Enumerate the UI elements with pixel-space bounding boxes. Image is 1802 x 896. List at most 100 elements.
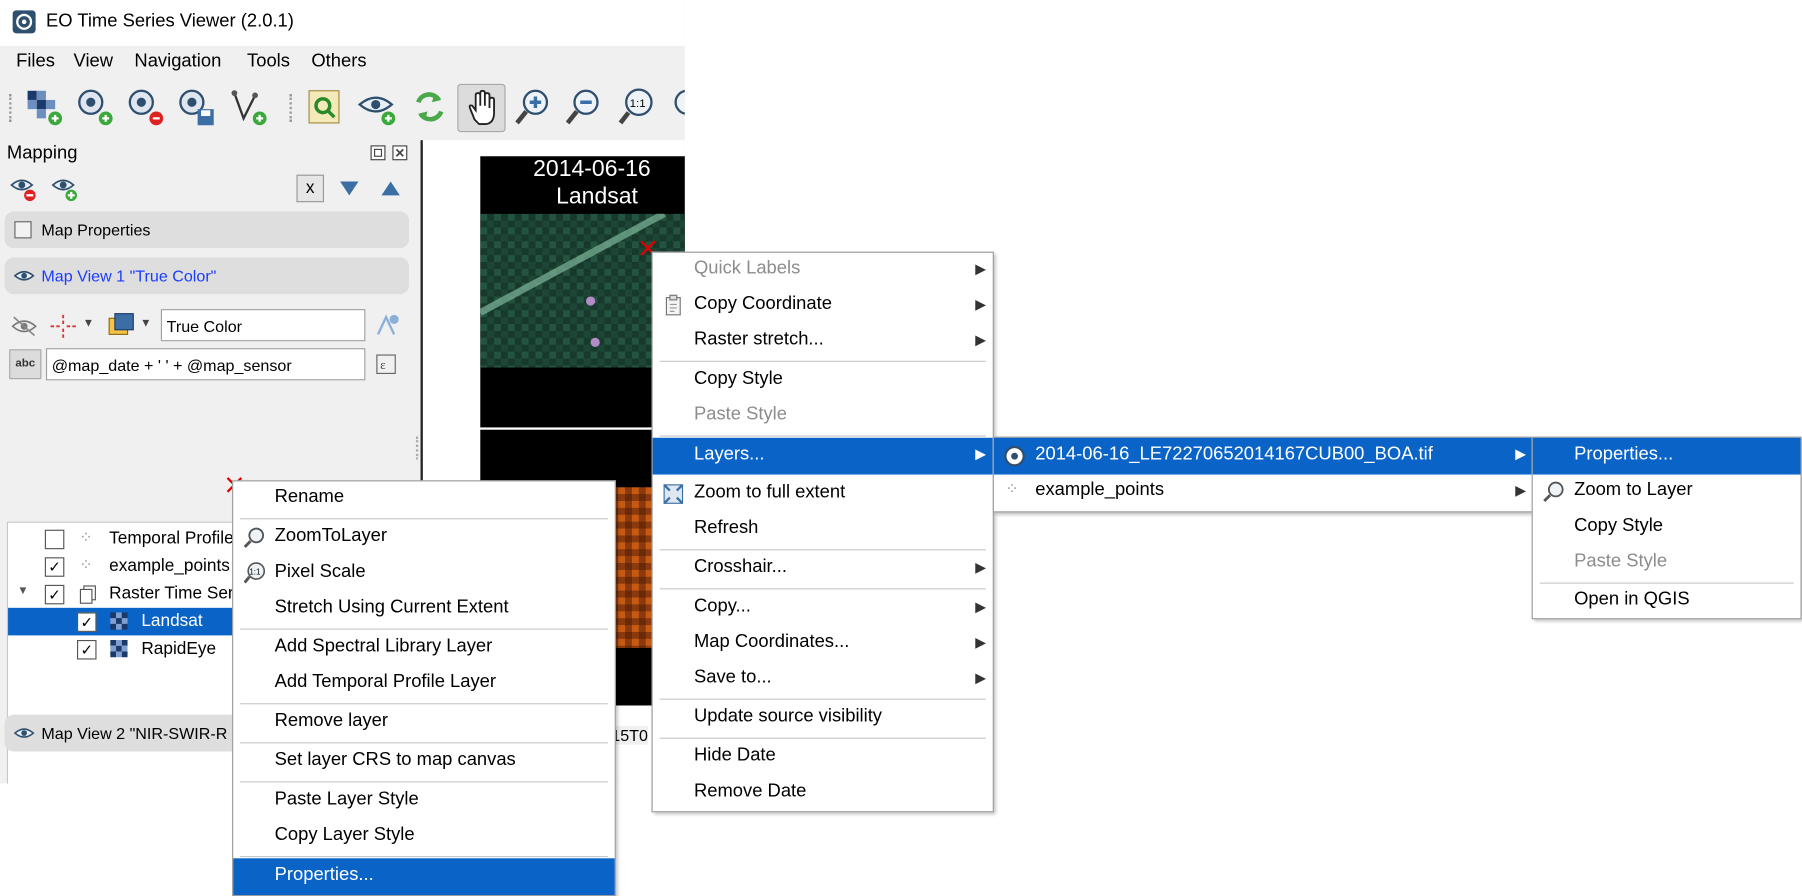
map-properties-group[interactable]: Map Properties — [4, 211, 410, 249]
menu-item-add-spectral-library[interactable]: Add Spectral Library Layer — [233, 631, 614, 665]
remove-sensor-icon[interactable] — [124, 86, 165, 127]
save-icon[interactable] — [175, 86, 216, 127]
submenu-arrow-icon: ▶ — [1515, 445, 1526, 462]
more-icon[interactable] — [666, 86, 685, 127]
menu-navigation[interactable]: Navigation — [134, 52, 221, 73]
menu-item-label: Raster stretch... — [693, 329, 824, 350]
menu-item-refresh[interactable]: Refresh — [653, 512, 993, 546]
menu-item-raster-stretch[interactable]: Raster stretch... ▶ — [653, 324, 993, 358]
float-icon[interactable] — [370, 145, 386, 161]
menu-item-layers[interactable]: Layers... ▶ — [652, 437, 993, 475]
crosshair-dropdown-icon[interactable]: ▼ — [83, 317, 94, 330]
menu-view[interactable]: View — [74, 52, 114, 73]
submenu-item-open-in-qgis[interactable]: Open in QGIS — [1533, 584, 1801, 618]
menu-item-paste-style[interactable]: Paste Style — [653, 399, 993, 433]
menu-item-label: Copy Layer Style — [274, 824, 415, 845]
menu-separator — [240, 742, 608, 744]
menu-item-properties[interactable]: Properties... — [233, 858, 615, 896]
menu-item-save-to[interactable]: Save to... ▶ — [653, 662, 993, 696]
checkbox-example-points[interactable]: ✓ — [44, 557, 65, 577]
add-map-view-icon[interactable] — [51, 175, 81, 203]
menu-item-remove-date[interactable]: Remove Date — [653, 776, 993, 810]
menu-item-copy-coordinate[interactable]: Copy Coordinate ▶ — [653, 288, 993, 322]
map-properties-icon — [14, 221, 32, 239]
layers-submenu: 2014-06-16_LE72270652014167CUB00_BOA.tif… — [992, 436, 1534, 513]
toolbar-separator — [289, 94, 296, 122]
menu-item-quick-labels[interactable]: Quick Labels ▶ — [653, 253, 993, 287]
hide-view-icon[interactable] — [9, 175, 39, 203]
submenu-item-properties[interactable]: Properties... — [1532, 437, 1801, 475]
style-dropdown-icon[interactable]: ▼ — [140, 317, 151, 330]
map-view-2-group[interactable]: Map View 2 "NIR-SWIR-R — [4, 714, 258, 752]
add-vector-icon[interactable] — [228, 86, 269, 127]
submenu-item-raster-file[interactable]: 2014-06-16_LE72270652014167CUB00_BOA.tif… — [993, 437, 1533, 475]
expression-builder-icon[interactable]: ε — [375, 352, 400, 377]
menu-item-crosshair[interactable]: Crosshair... ▶ — [653, 552, 993, 586]
menu-item-update-source-visibility[interactable]: Update source visibility — [653, 701, 993, 735]
menu-item-rename[interactable]: Rename — [233, 481, 614, 515]
style-name-field[interactable]: True Color — [160, 309, 366, 342]
submenu-item-example-points[interactable]: ⁘ example_points ▶ — [994, 475, 1533, 509]
submenu-item-copy-style[interactable]: Copy Style — [1533, 510, 1801, 544]
menu-item-copy-style[interactable]: Copy Style — [653, 363, 993, 397]
window-title: EO Time Series Viewer (2.0.1) — [45, 11, 294, 32]
checkbox-rapideye[interactable]: ✓ — [76, 639, 97, 660]
submenu-arrow-icon: ▶ — [975, 445, 986, 462]
menu-item-pixel-scale[interactable]: 1:1 Pixel Scale — [233, 556, 614, 590]
menu-item-paste-layer-style[interactable]: Paste Layer Style — [233, 784, 614, 818]
menu-item-stretch[interactable]: Stretch Using Current Extent — [233, 592, 614, 626]
menu-item-label: Save to... — [693, 667, 772, 688]
menu-files[interactable]: Files — [16, 52, 55, 73]
pixel-scale-icon: 1:1 — [243, 562, 266, 584]
zoom-pixel-icon[interactable]: 1:1 — [616, 86, 657, 127]
zoom-layer-icon[interactable] — [303, 86, 344, 127]
menu-item-map-coordinates[interactable]: Map Coordinates... ▶ — [653, 626, 993, 660]
menu-others[interactable]: Others — [311, 52, 366, 73]
toolbar-grip — [9, 94, 15, 122]
checkbox-raster-time-series[interactable]: ✓ — [44, 584, 65, 605]
apply-style-icon[interactable] — [375, 313, 403, 338]
move-down-icon[interactable] — [338, 179, 361, 197]
menu-item-label: Hide Date — [693, 745, 776, 766]
move-up-icon[interactable] — [379, 179, 402, 197]
map-view-1-group[interactable]: Map View 1 "True Color" — [4, 257, 410, 295]
add-view-icon[interactable] — [356, 86, 397, 127]
map-date-label: 2014-06-16 — [533, 156, 651, 182]
zoom-in-icon[interactable] — [512, 86, 553, 127]
pan-button[interactable] — [457, 83, 506, 133]
visibility-icon[interactable] — [9, 313, 39, 341]
menu-item-copy-layer-style[interactable]: Copy Layer Style — [233, 819, 614, 853]
checkbox-temporal-profiles[interactable] — [44, 529, 65, 550]
menu-separator — [240, 703, 608, 705]
pan-hand-icon — [468, 89, 495, 126]
add-sensor-icon[interactable] — [74, 86, 115, 127]
close-icon[interactable] — [392, 145, 408, 161]
sensor-icon — [1004, 445, 1025, 467]
add-raster-icon[interactable] — [23, 86, 64, 127]
crosshair-icon[interactable] — [48, 313, 78, 341]
menu-item-remove-layer[interactable]: Remove layer — [233, 705, 614, 739]
checkbox-landsat[interactable]: ✓ — [76, 612, 97, 632]
menu-item-label: ZoomToLayer — [274, 526, 388, 546]
menu-separator — [240, 628, 608, 630]
submenu-item-zoom-to-layer[interactable]: Zoom to Layer — [1533, 475, 1801, 509]
submenu-item-paste-style[interactable]: Paste Style — [1533, 546, 1801, 580]
x-button[interactable]: x — [296, 174, 325, 203]
menu-item-label: Refresh — [693, 518, 759, 538]
label-expression-field[interactable]: @map_date + ' ' + @map_sensor — [45, 348, 366, 381]
layer-style-icon[interactable] — [106, 310, 136, 340]
menu-item-zoom-to-layer[interactable]: ZoomToLayer — [233, 520, 614, 554]
refresh-icon[interactable] — [409, 86, 450, 127]
time-series-group-icon — [79, 585, 96, 604]
zoom-icon — [243, 527, 265, 548]
menu-item-set-layer-crs[interactable]: Set layer CRS to map canvas — [233, 745, 614, 779]
menu-item-zoom-full-extent[interactable]: Zoom to full extent — [653, 477, 993, 511]
menu-item-hide-date[interactable]: Hide Date — [653, 740, 993, 774]
label-icon[interactable]: abc — [9, 349, 42, 380]
menu-item-copy[interactable]: Copy... ▶ — [653, 591, 993, 625]
tree-item-label: Landsat — [141, 611, 203, 631]
expand-arrow-icon[interactable]: ▼ — [17, 585, 28, 598]
menu-tools[interactable]: Tools — [247, 52, 290, 73]
zoom-out-icon[interactable] — [563, 86, 604, 127]
menu-item-add-temporal-profile[interactable]: Add Temporal Profile Layer — [233, 666, 614, 700]
